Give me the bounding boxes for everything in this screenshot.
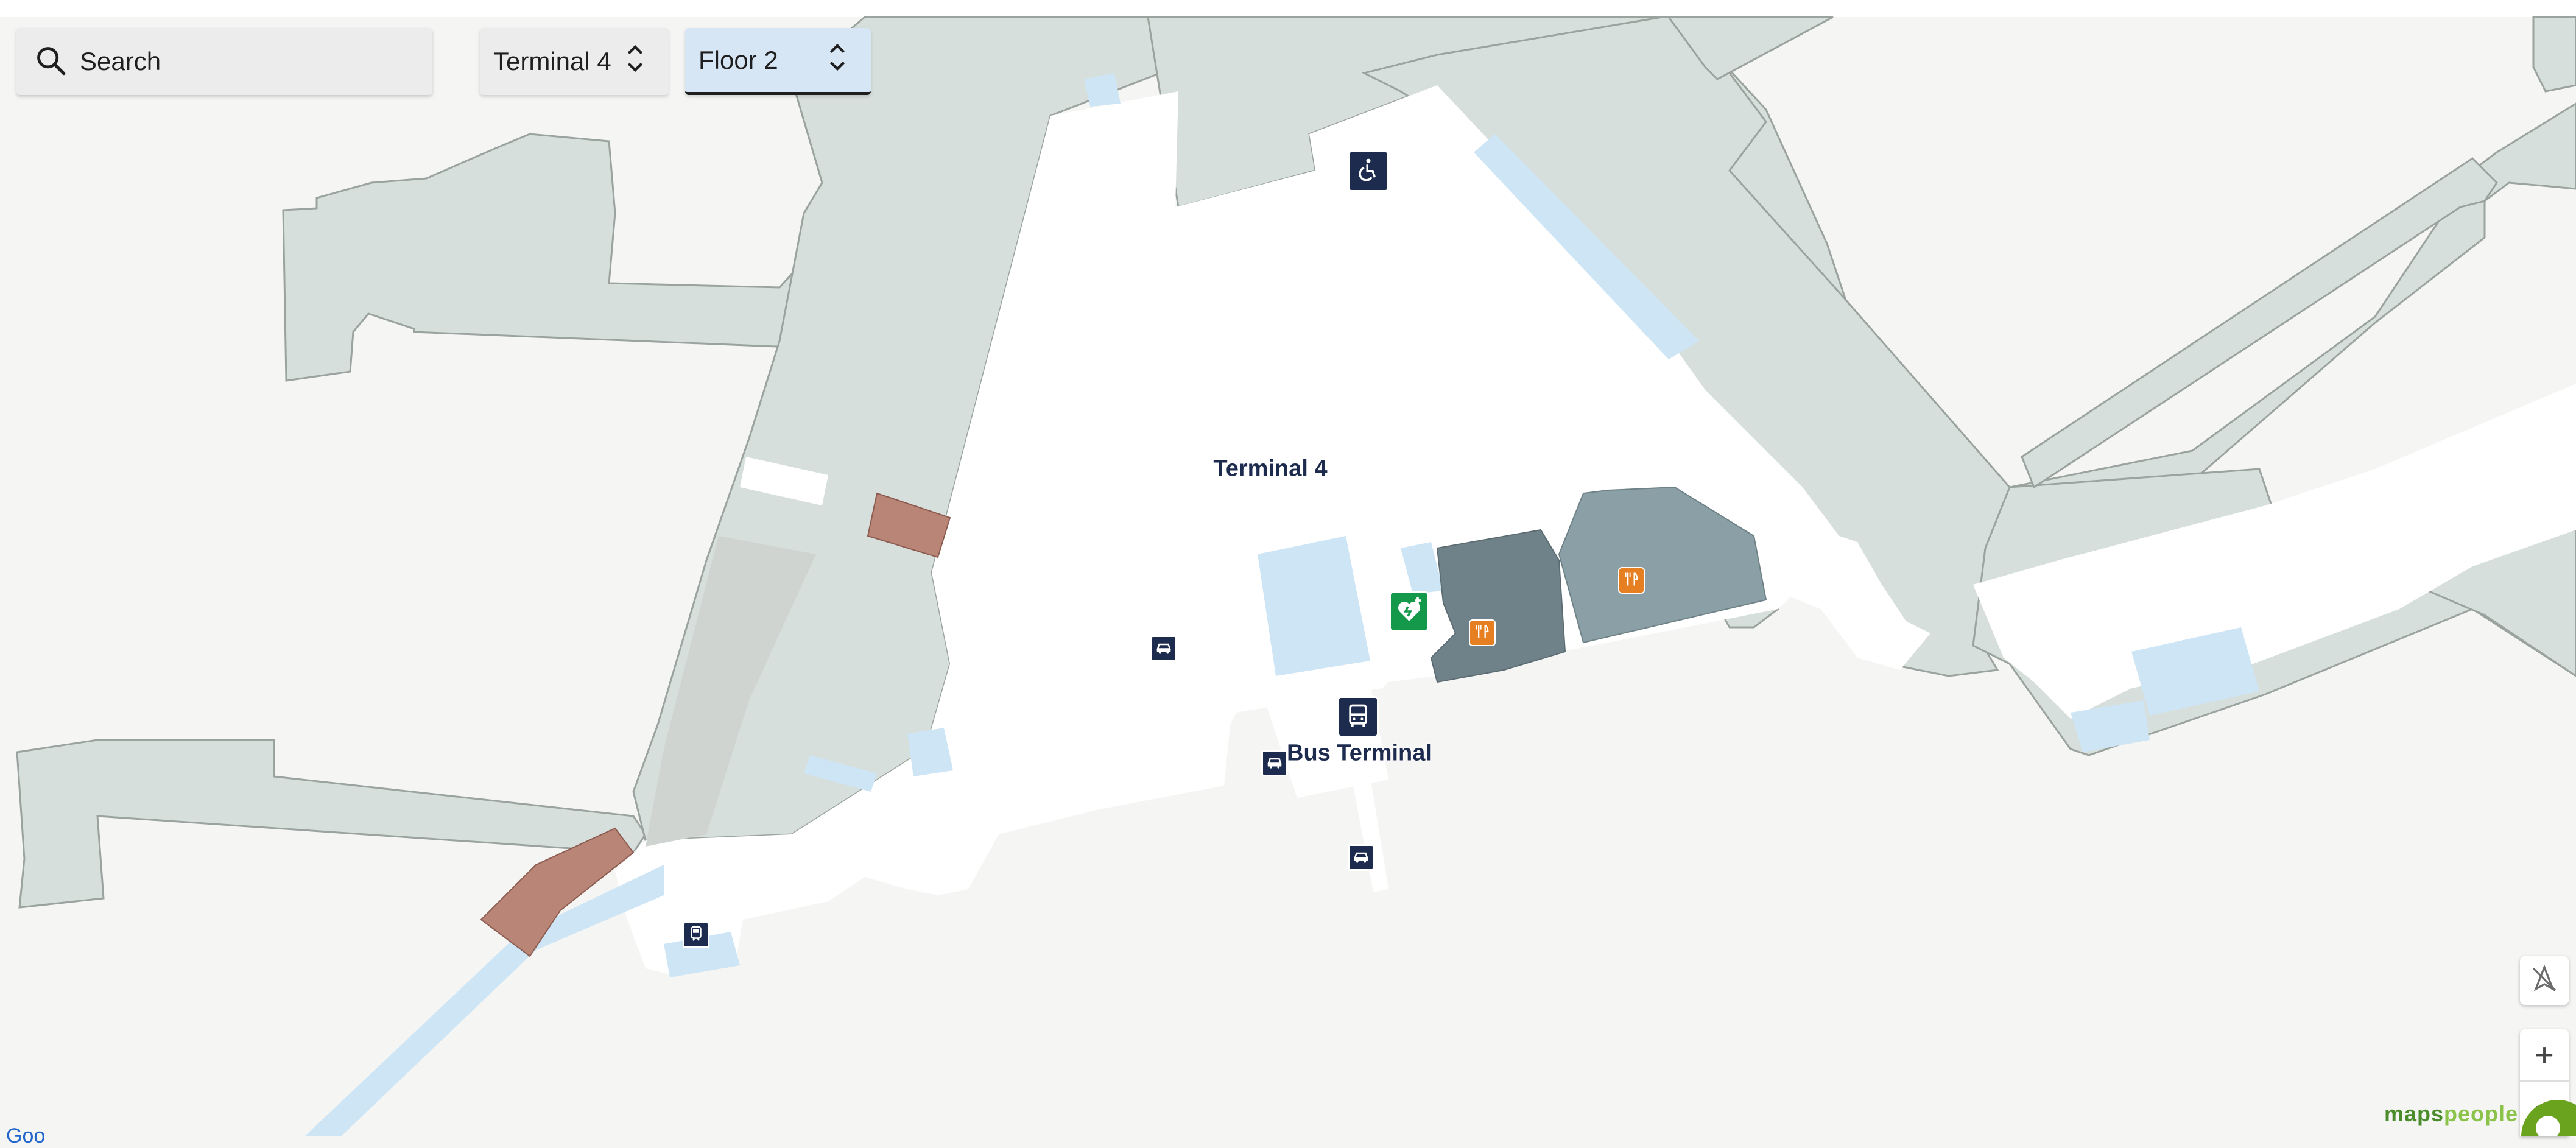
building-selector-value: Terminal 4 (493, 47, 611, 76)
mapspeople-logo: mapspeople (2384, 1101, 2519, 1126)
location-marker[interactable] (2521, 1100, 2576, 1136)
top-right-wing (2532, 16, 2576, 93)
indoor-map[interactable] (0, 0, 2576, 1136)
dark-block-left (1430, 529, 1566, 683)
restaurant-icon (1474, 623, 1491, 643)
car-icon (1265, 753, 1284, 774)
bus-poi[interactable] (1337, 696, 1379, 738)
chevron-updown-icon (625, 41, 646, 82)
bus-icon (1345, 702, 1371, 732)
train-poi[interactable] (683, 921, 709, 948)
search-icon (35, 44, 66, 79)
restaurant-icon (1623, 571, 1640, 591)
aed-heart-icon (1395, 596, 1424, 628)
restaurant-poi[interactable] (1618, 567, 1645, 594)
compass-reset-icon (2530, 964, 2559, 997)
aed-poi[interactable] (1389, 591, 1429, 632)
car-icon (1352, 847, 1370, 868)
building-selector[interactable]: Terminal 4 (480, 28, 669, 95)
wheelchair-poi[interactable] (1348, 150, 1389, 192)
car-poi[interactable] (1348, 844, 1374, 871)
car-icon (1155, 638, 1173, 660)
search-box[interactable]: Search (16, 28, 432, 95)
search-input[interactable]: Search (80, 47, 161, 76)
reset-bearing-button[interactable] (2520, 956, 2569, 1005)
chevron-updown-icon (827, 40, 848, 80)
top-strip (0, 0, 2576, 17)
left-outer-building (282, 133, 793, 382)
car-poi[interactable] (1150, 635, 1177, 662)
train-icon (687, 924, 705, 946)
terminal-label[interactable]: Terminal 4 (1213, 456, 1327, 482)
floor-selector-value: Floor 2 (699, 45, 778, 74)
zoom-in-button[interactable]: + (2535, 1029, 2554, 1080)
restaurant-poi[interactable] (1469, 619, 1496, 646)
walkway-to-bus (1352, 776, 1388, 892)
wheelchair-icon (1356, 157, 1381, 186)
right-upper-arm (2021, 157, 2498, 489)
floor-selector[interactable]: Floor 2 (685, 28, 871, 95)
bus-terminal-label[interactable]: Bus Terminal (1287, 741, 1432, 767)
car-poi[interactable] (1261, 750, 1288, 776)
